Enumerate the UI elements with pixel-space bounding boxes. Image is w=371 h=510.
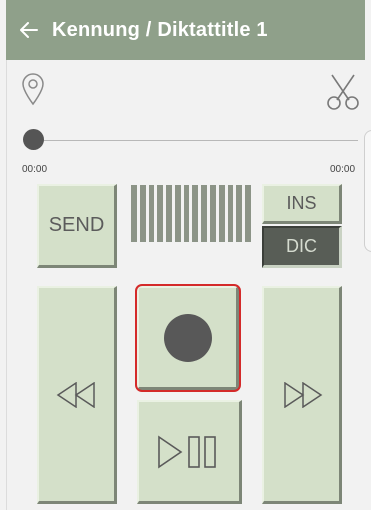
send-button[interactable]: SEND xyxy=(37,184,117,268)
level-bar xyxy=(174,185,181,242)
level-bar xyxy=(201,185,208,242)
level-bar xyxy=(245,185,251,242)
level-bar xyxy=(183,185,190,242)
app-bar: Kennung / Diktattitle 1 xyxy=(6,0,365,60)
play-pause-button[interactable] xyxy=(137,400,242,504)
play-pause-icon xyxy=(158,434,216,469)
insert-mode-label: INS xyxy=(286,193,317,213)
page-title: Kennung / Diktattitle 1 xyxy=(52,18,268,41)
side-panel-handle[interactable] xyxy=(364,130,371,252)
location-pin-icon[interactable] xyxy=(20,72,46,106)
current-time: 00:00 xyxy=(22,164,48,175)
rewind-button[interactable] xyxy=(37,286,117,504)
level-bar xyxy=(148,185,155,242)
seek-handle[interactable] xyxy=(23,129,44,150)
level-bar xyxy=(192,185,199,242)
record-button[interactable] xyxy=(137,286,239,390)
level-bar xyxy=(236,185,243,242)
rewind-icon xyxy=(56,381,95,408)
seek-bar[interactable] xyxy=(32,140,358,141)
send-button-label: SEND xyxy=(48,214,105,236)
level-bar xyxy=(166,185,172,242)
level-bar xyxy=(210,185,216,242)
back-arrow-icon[interactable] xyxy=(6,0,52,60)
level-bar xyxy=(227,185,234,242)
total-time: 00:00 xyxy=(330,164,356,175)
level-bar xyxy=(218,185,225,242)
scissors-icon[interactable] xyxy=(324,73,362,111)
fast-forward-button[interactable] xyxy=(262,286,342,504)
fast-forward-icon xyxy=(283,381,322,408)
left-border xyxy=(6,60,7,510)
record-icon xyxy=(163,313,212,362)
insert-mode-button[interactable]: INS xyxy=(262,184,342,224)
level-bar xyxy=(157,185,164,242)
dictate-mode-label: DIC xyxy=(286,236,317,256)
level-meter xyxy=(131,185,251,242)
dictate-mode-button[interactable]: DIC xyxy=(262,226,342,268)
level-bar xyxy=(131,185,137,242)
level-bar xyxy=(139,185,146,242)
